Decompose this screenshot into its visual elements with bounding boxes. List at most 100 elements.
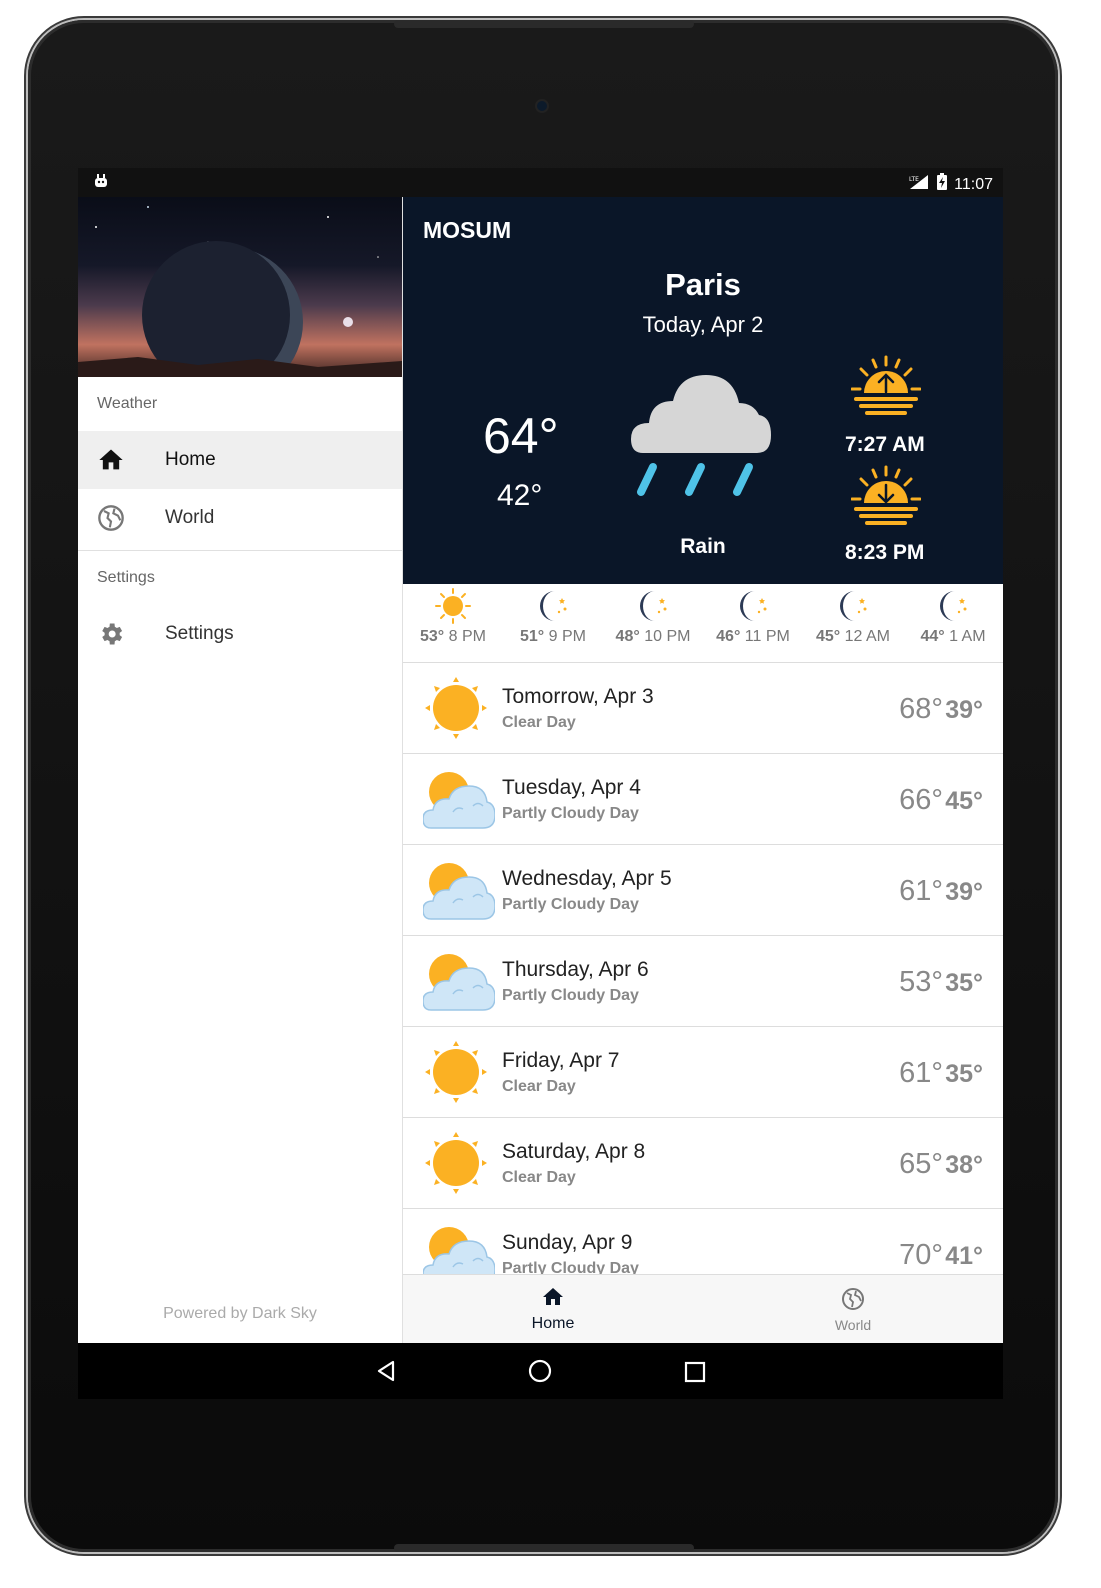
navigation-drawer: Weather Home World Settings Settings Pow… [78,197,403,1343]
day-name: Saturday, Apr 8 [502,1140,646,1163]
day-summary: Clear Day [502,1169,576,1186]
powered-by-footer: Powered by Dark Sky [163,1305,317,1322]
status-bar: LTE 11:07 [78,168,1003,197]
hourly-temp: 48° [615,628,640,645]
sunset-time: 8:23 PM [845,541,925,564]
day-high-temp: 53° [899,966,943,998]
daily-forecast-item[interactable]: Saturday, Apr 8 Clear Day 65° 38° [403,1118,1003,1209]
sunrise-icon [850,355,922,422]
drawer-header-image [78,197,402,377]
current-high-temp: 64° [483,408,559,464]
day-name: Tuesday, Apr 4 [502,776,641,799]
daily-forecast-item[interactable]: Tuesday, Apr 4 Partly Cloudy Day 66° 45° [403,754,1003,845]
current-weather-panel: Paris Today, Apr 2 64° 42° Rain 7:27 AM … [403,263,1003,584]
day-high-temp: 66° [899,784,943,816]
hourly-item: 48° 10 PM [603,584,703,662]
day-summary: Clear Day [502,714,576,731]
screen: LTE 11:07 Weather Home World Settings Se… [78,168,1003,1399]
current-low-temp: 42° [497,479,543,512]
day-low-temp: 39° [945,878,983,906]
drawer-item-label: Settings [165,623,234,644]
daily-forecast-item[interactable]: Friday, Apr 7 Clear Day 61° 35° [403,1027,1003,1118]
recents-icon[interactable] [684,1361,706,1388]
day-high-temp: 65° [899,1148,943,1180]
day-low-temp: 35° [945,1060,983,1088]
current-date: Today, Apr 2 [642,312,764,337]
hourly-item: 46° 11 PM [703,584,803,662]
drawer-item-settings[interactable]: Settings [78,605,402,663]
day-low-temp: 45° [945,787,983,815]
city-name: Paris [665,267,741,302]
gear-icon [97,620,125,648]
hourly-item: 53° 8 PM [403,584,503,662]
day-high-temp: 61° [899,1057,943,1089]
hourly-temp: 45° [815,628,841,645]
device-bottom-edge [394,1544,694,1552]
svg-text:LTE: LTE [909,176,919,183]
globe-icon [841,1287,865,1316]
day-low-temp: 39° [945,696,983,724]
hourly-forecast: 53° 8 PM 51° 9 PM 48° 10 PM 46° 11 PM 45… [403,584,1003,663]
day-name: Sunday, Apr 9 [502,1231,633,1254]
sunrise-time: 7:27 AM [845,433,925,456]
daily-forecast-item[interactable]: Thursday, Apr 6 Partly Cloudy Day 53° 35… [403,936,1003,1027]
day-summary: Partly Cloudy Day [502,987,639,1004]
hourly-item: 45° 12 AM [803,584,903,662]
sunset-icon [850,465,922,532]
drawer-item-home[interactable]: Home [78,431,402,489]
day-summary: Partly Cloudy Day [502,896,639,913]
hourly-temp: 53° [420,628,445,645]
bottom-nav-label: Home [531,1315,575,1332]
home-icon [541,1285,565,1314]
drawer-item-label: World [165,507,215,528]
day-low-temp: 41° [945,1242,983,1270]
section-label-settings: Settings [97,569,155,586]
bottom-nav-home[interactable]: Home [403,1275,703,1343]
clock: 11:07 [954,175,993,193]
drawer-divider [78,550,402,551]
system-navigation-bar [78,1343,1003,1399]
home-button-icon[interactable] [528,1359,552,1388]
day-high-temp: 68° [899,693,943,725]
hourly-time: 1 AM [949,628,986,645]
main-content: MOSUM Paris Today, Apr 2 64° 42° Rain 7:… [403,197,1003,1343]
home-icon [97,446,125,474]
day-summary: Partly Cloudy Day [502,805,639,822]
section-label-weather: Weather [97,395,158,412]
bottom-navigation: Home World [403,1274,1003,1343]
day-name: Friday, Apr 7 [502,1049,620,1072]
android-notification-icon [94,174,108,193]
daily-forecast-item[interactable]: Tomorrow, Apr 3 Clear Day 68° 39° [403,663,1003,754]
day-name: Wednesday, Apr 5 [502,867,672,890]
day-name: Thursday, Apr 6 [502,958,649,981]
day-summary: Clear Day [502,1078,576,1095]
hourly-time: 11 PM [744,628,790,645]
hourly-temp: 44° [920,628,945,645]
day-low-temp: 35° [945,969,983,997]
hourly-temp: 46° [716,628,741,645]
day-high-temp: 61° [899,875,943,907]
globe-icon [97,504,125,532]
daily-forecast-list: Tomorrow, Apr 3 Clear Day 68° 39° Tuesda… [403,663,1003,1300]
hourly-time: 8 PM [448,628,486,645]
day-name: Tomorrow, Apr 3 [502,685,654,708]
battery-icon [936,173,948,196]
day-low-temp: 38° [945,1151,983,1179]
hourly-time: 9 PM [548,628,586,645]
drawer-item-world[interactable]: World [78,489,402,547]
hourly-time: 10 PM [644,628,691,645]
rain-cloud-icon [631,367,776,507]
bottom-nav-label: World [834,1317,872,1333]
app-bar: MOSUM [403,197,1003,263]
camera [537,101,547,111]
bottom-nav-world[interactable]: World [703,1275,1003,1343]
hourly-time: 12 AM [844,628,890,645]
daily-forecast-item[interactable]: Wednesday, Apr 5 Partly Cloudy Day 61° 3… [403,845,1003,936]
back-icon[interactable] [374,1359,398,1388]
hourly-temp: 51° [520,628,545,645]
app-title: MOSUM [423,217,512,243]
hourly-item: 51° 9 PM [503,584,603,662]
day-high-temp: 70° [899,1239,943,1271]
signal-icon: LTE [908,174,930,195]
device-top-edge [394,20,694,28]
